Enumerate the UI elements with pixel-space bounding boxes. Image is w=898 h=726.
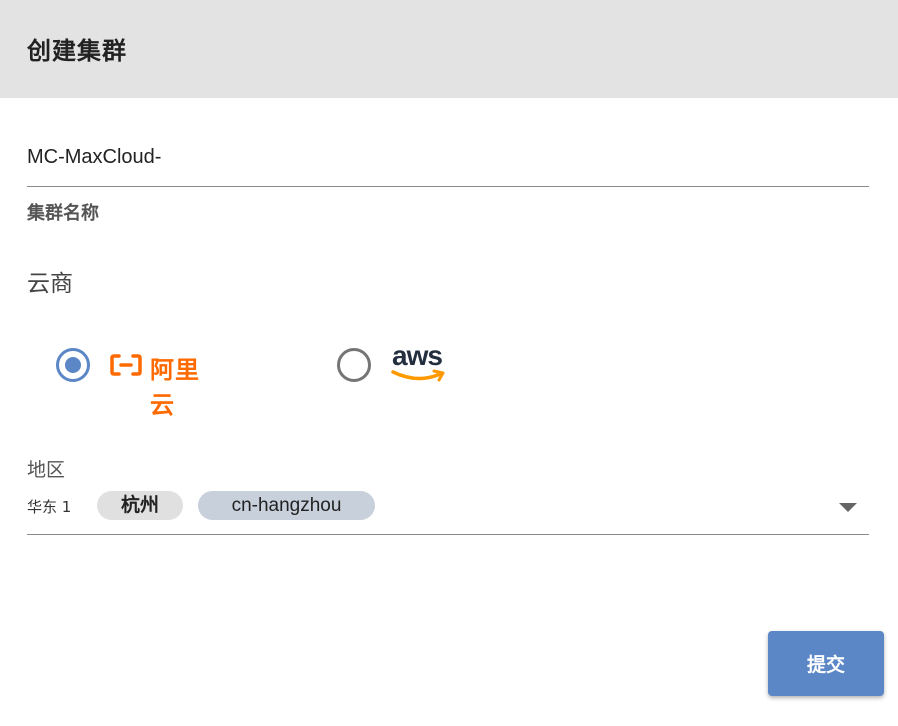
aliyun-bracket-icon xyxy=(110,354,142,376)
aliyun-logo-text: 阿里云 xyxy=(150,356,200,419)
aws-logo[interactable]: aws xyxy=(390,340,450,386)
aws-smile-icon xyxy=(391,369,445,382)
region-label: 地区 xyxy=(27,459,66,481)
cluster-name-input[interactable] xyxy=(27,140,869,174)
create-cluster-dialog: 创建集群 集群名称 云商 阿里云 aws 地区 华东 1 杭州 cn-hangz… xyxy=(0,0,898,726)
radio-ring xyxy=(337,348,371,382)
region-city-chip: 杭州 xyxy=(97,491,183,520)
dialog-title: 创建集群 xyxy=(27,37,127,65)
submit-button[interactable]: 提交 xyxy=(768,631,884,696)
chevron-down-icon[interactable] xyxy=(839,503,857,512)
cluster-name-field[interactable] xyxy=(27,140,869,187)
dialog-header: 创建集群 xyxy=(0,0,898,98)
radio-dot xyxy=(65,357,81,373)
region-code-chip: cn-hangzhou xyxy=(198,491,375,520)
radio-aliyun[interactable] xyxy=(56,348,90,382)
radio-aws[interactable] xyxy=(337,348,371,382)
aliyun-logo[interactable]: 阿里云 xyxy=(108,346,224,419)
region-prefix: 华东 1 xyxy=(27,498,72,516)
cluster-name-helper-text: 集群名称 xyxy=(27,203,99,224)
region-select[interactable]: 华东 1 杭州 cn-hangzhou xyxy=(27,486,869,535)
cloud-provider-label: 云商 xyxy=(27,271,73,297)
